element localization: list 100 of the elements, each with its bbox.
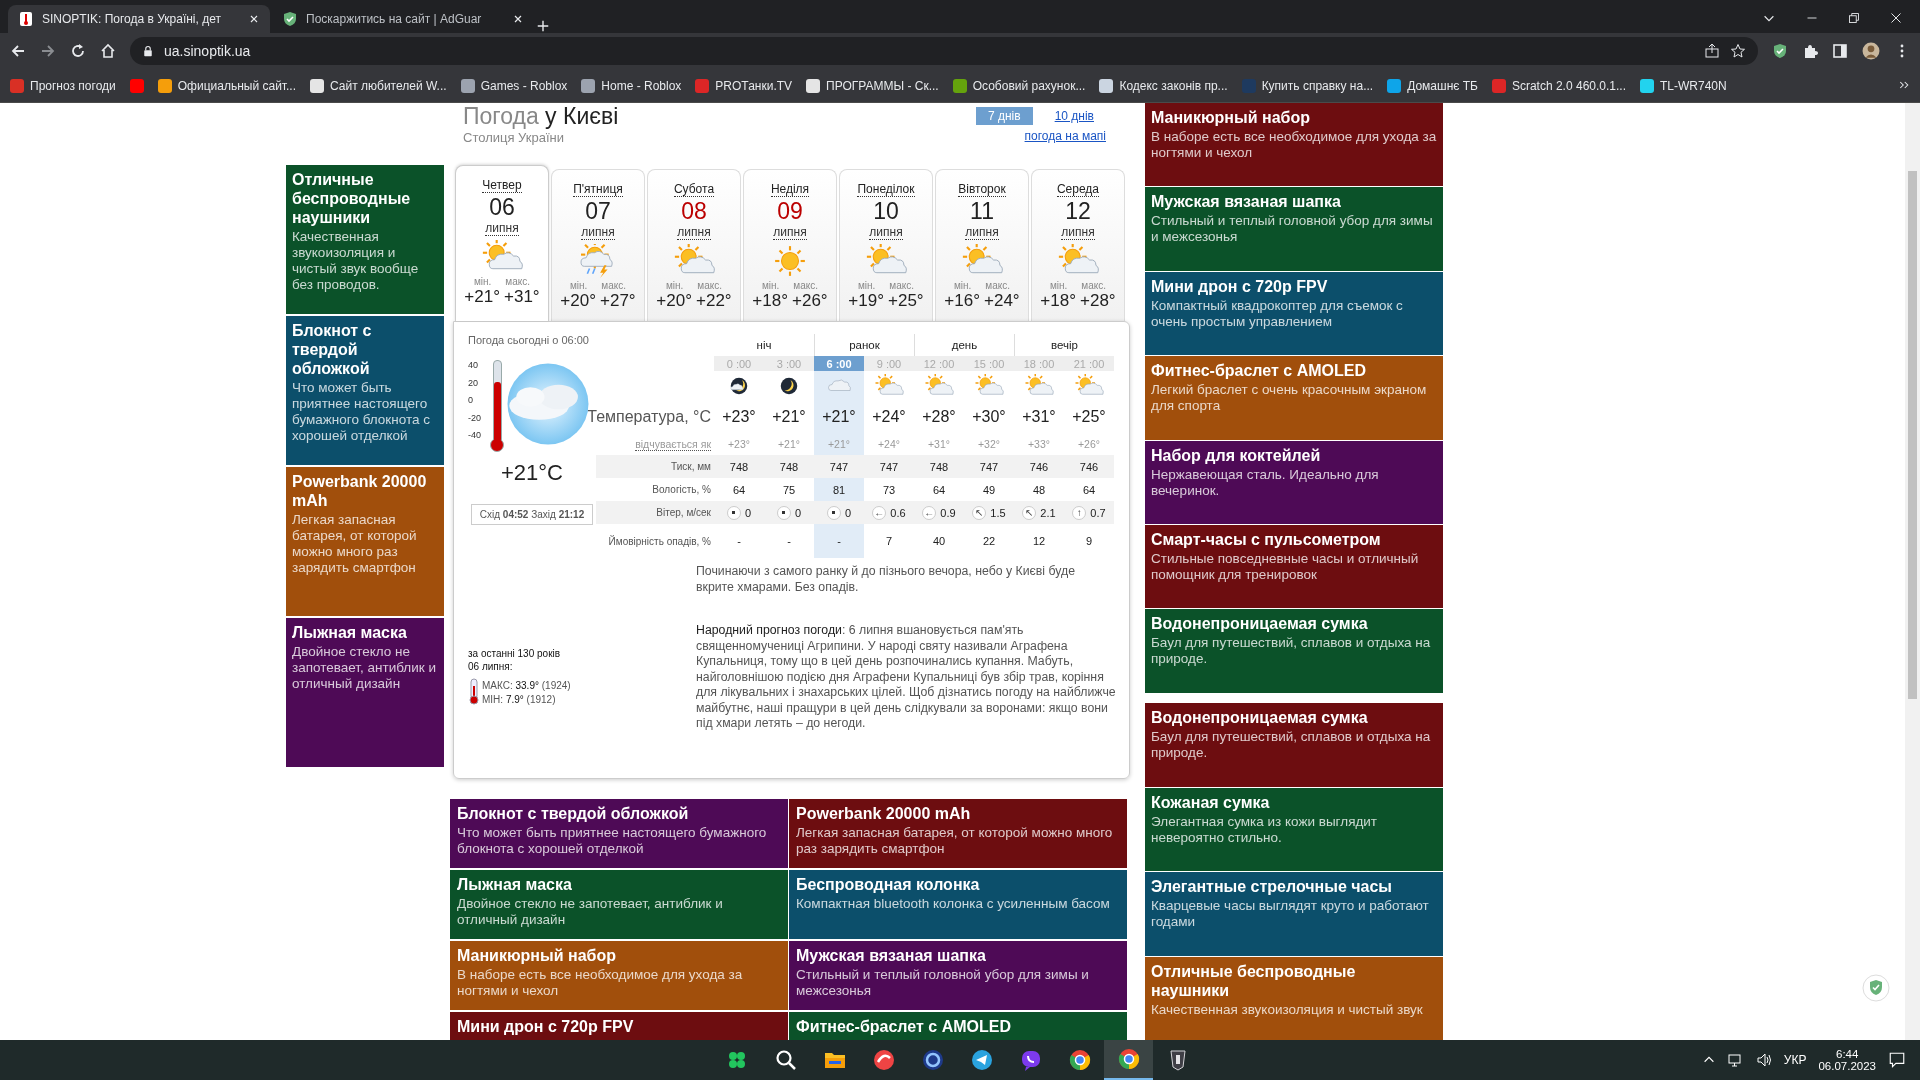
star-icon[interactable] [1730,43,1746,59]
temperature-cell-text: +31° [1021,407,1057,427]
ad-card[interactable]: Мини дрон с 720p FPV [450,1012,788,1040]
day-tab[interactable]: Субота 08 липня мін. макс. +20° +22° [647,169,741,321]
ad-description: Что может быть приятнее настоящего бумажного блокнота с хорошей отделкой [292,380,431,444]
chrome-icon[interactable] [1067,1048,1092,1072]
record-min: МІН: 7.9° (1912) [482,693,557,705]
paper-plane-icon[interactable] [969,1048,994,1072]
bookmark[interactable]: Games - Roblox [460,78,568,93]
ad-card[interactable]: Смарт-часы с пульсометром Стильные повседневные часы и отличный помощник для тренировок [1145,524,1443,609]
lock-icon[interactable] [142,45,154,57]
ad-card[interactable]: Powerbank 20000 mAh Легкая запасная батарея, от которой можно много раз зарядить смартфон [286,467,444,616]
bookmark[interactable]: Кодекс законів пр... [1099,78,1228,93]
humidity-cell-text: 49 [981,482,997,498]
bookmark[interactable]: Домашнє ТБ [1387,78,1478,93]
language-indicator[interactable]: УКР [1783,1053,1807,1067]
network-icon[interactable] [1727,1052,1744,1068]
ad-card[interactable]: Блокнот с твердой обложкой Что может быть приятнее настоящего бумажного блокнота с хорошей отделкой [286,316,444,465]
ad-card[interactable]: Водонепроницаемая сумка Баул для путешествий, сплавов и отдыха на природе. [1145,703,1443,787]
wind-speed: 0 [844,506,852,519]
share-icon[interactable] [1704,43,1720,59]
ad-card[interactable]: Мини дрон с 720p FPV Компактный квадрокоптер для съемок с очень простым управлением [1145,271,1443,356]
back-icon[interactable] [10,43,26,59]
clock[interactable]: 6:44 06.07.2023 [1818,1048,1876,1072]
ad-card[interactable]: Маникюрный набор В наборе есть все необходимое для ухода за ногтями и чехол [450,941,788,1010]
day-tab[interactable]: П'ятниця 07 липня мін. макс. +20° +27° [551,169,645,321]
bookmark[interactable]: Купить справку на... [1241,78,1374,93]
day-tab[interactable]: Неділя 09 липня мін. макс. +18° +26° [743,169,837,321]
home-icon[interactable] [100,43,116,59]
new-tab-icon[interactable] [536,19,550,33]
bookmark-icon[interactable] [129,78,144,93]
ad-description: Качественная звукоизоляция и чистый звук вообще без проводов. [292,229,420,293]
address-bar[interactable]: ua.sinoptik.ua [130,37,1758,65]
browser-tab[interactable]: Поскаржитись на сайт | AdGuar [272,5,534,33]
wind-speed: 0 [794,506,802,519]
pressure-cell: 748 [914,455,964,478]
temperature-cell-text: +30° [971,407,1007,427]
bookmark[interactable]: Прогноз погоди [10,78,116,93]
side-panel-icon[interactable] [1832,43,1848,59]
map-link[interactable]: погода на мапі [1024,129,1106,143]
day-tab[interactable]: Середа 12 липня мін. макс. +18° +28° [1031,169,1125,321]
shield-icon[interactable] [1772,43,1788,59]
sunrise-sunset: Схід 04:52 Захід 21:12 [470,504,594,525]
bookmark[interactable]: Особовий рахунок... [952,78,1086,93]
chrome-icon[interactable] [1116,1047,1141,1071]
browser-tab[interactable]: SINOPTIK: Погода в Україні, дет [8,5,270,33]
close-icon[interactable] [1890,12,1902,24]
ad-title: Маникюрный набор [1151,108,1311,127]
forward-icon[interactable] [40,43,56,59]
ad-card[interactable]: Лыжная маска Двойное стекло не запотевает, антиблик и отличный дизайн [450,870,788,939]
bookmark[interactable]: Сайт любителей W... [310,78,447,93]
feels-like-cell: +21° [814,433,864,455]
bookmark[interactable]: Официальный сайт... [157,78,296,93]
ad-card[interactable]: Отличные беспроводные наушники Качественная звукоизоляция и чистый звук [1145,956,1443,1040]
avatar-icon[interactable] [1862,42,1880,60]
ad-title: Фитнес-браслет с AMOLED [1151,361,1367,381]
range-tab[interactable]: 10 днів [1042,107,1106,125]
scrollbar[interactable] [1905,103,1920,1040]
pressure-cell: 747 [864,455,914,478]
notification-icon[interactable] [1888,1051,1906,1069]
ad-title: Водонепроницаемая сумка [1151,708,1369,728]
search-icon[interactable] [773,1048,798,1072]
ad-card[interactable]: Водонепроницаемая сумка Баул для путешествий, сплавов и отдыха на природе. [1145,609,1443,693]
reload-icon[interactable] [70,43,86,59]
round-app-icon[interactable] [871,1048,896,1072]
ad-card[interactable]: Фитнес-браслет с AMOLED Легкий браслет с очень красочным экраном для спорта [1145,356,1443,440]
speaker-icon[interactable] [1755,1052,1772,1068]
ad-card[interactable]: Лыжная маска Двойное стекло не запотевает, антиблик и отличный дизайн [286,618,444,767]
temperature-cell-text: +28° [921,407,957,427]
bookmark[interactable]: TL-WR740N [1640,78,1727,93]
ad-card[interactable]: Кожаная сумка Элегантная сумка из кожи выглядит невероятно стильно. [1145,787,1443,872]
ad-card[interactable]: Мужская вязаная шапка Стильный и теплый головной убор для зимы и межсезонья [1145,187,1443,271]
ad-card[interactable]: Блокнот с твердой обложкой Что может быть приятнее настоящего бумажного блокнота с хорошей отделкой [450,799,788,868]
ad-card[interactable]: Маникюрный набор В наборе есть все необходимое для ухода за ногтями и чехол [1145,103,1443,187]
taskbar-button[interactable] [1104,1040,1153,1080]
ad-card[interactable]: Набор для коктейлей Нержавеющая сталь. Идеально для вечеринок. [1145,440,1443,524]
bookmark[interactable]: Scratch 2.0 460.0.1... [1491,78,1626,93]
ad-card[interactable]: Отличные беспроводные наушники Качественная звукоизоляция и чистый звук вообще без проводов. [286,165,444,314]
bookmark[interactable]: ПРОГРАММЫ - Ск... [806,78,939,93]
close-icon[interactable] [512,13,524,25]
ad-card[interactable]: Мужская вязаная шапка Стильный и теплый головной убор для зимы и межсезонья [789,941,1127,1010]
bookmark[interactable]: Home - Roblox [581,78,682,93]
current-weather-heading: Погода сьогодні о 06:00 [468,334,589,346]
humidity-cell-text: 73 [881,482,897,498]
ad-description: Стильный и теплый головной убор для зимы и межсезонья [1151,213,1434,246]
ad-description: В наборе есть все необходимое для ухода за ногтями и чехол [457,967,744,999]
ad-card[interactable]: Беспроводная колонка Компактная bluetooth колонка с усиленным басом [789,870,1127,939]
ad-card[interactable]: Фитнес-браслет с AMOLED [789,1012,1127,1040]
day-tab[interactable]: Понеділок 10 липня мін. макс. +19° +25° [839,169,933,321]
day-tab[interactable]: Вівторок 11 липня мін. макс. +16° +24° [935,169,1029,321]
puzzle-icon[interactable] [1802,43,1818,59]
ring-icon[interactable] [920,1048,945,1072]
restore-icon[interactable] [1848,12,1860,24]
close-icon[interactable] [248,13,260,25]
day-tab[interactable]: Четвер 06 липня мін. макс. +21° +31° [455,165,549,321]
ad-card[interactable]: Powerbank 20000 mAh Легкая запасная батарея, от которой можно много раз зарядить смартфон [789,799,1127,868]
bookmark[interactable]: PROТанки.TV [695,78,793,93]
row-label: Вітер, м/сек [656,507,711,518]
ad-title: Беспроводная колонка [796,875,981,894]
ad-card[interactable]: Элегантные стрелочные часы Кварцевые часы выглядят круто и работают годами [1145,872,1443,956]
